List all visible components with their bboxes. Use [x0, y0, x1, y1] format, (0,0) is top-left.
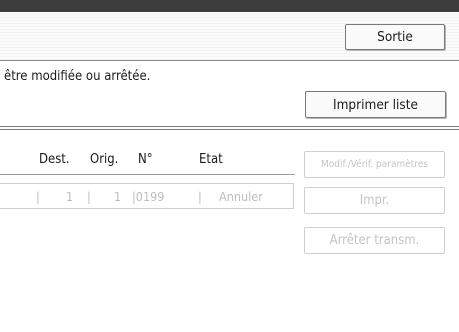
cell-dest: 1	[66, 189, 74, 204]
table-row[interactable]: | 1 | 1 |0199 | Annuler	[0, 183, 294, 209]
print-button[interactable]: Impr.	[304, 187, 445, 214]
print-list-button[interactable]: Imprimer liste	[305, 91, 446, 118]
column-header-orig: Orig.	[90, 152, 119, 167]
cell-separator: |	[87, 189, 91, 204]
stop-transmission-button[interactable]: Arrêter transm.	[304, 227, 445, 254]
column-header-underline	[0, 174, 295, 175]
column-header-number: N°	[138, 152, 153, 167]
modify-check-settings-button[interactable]: Modif./Vérif. paramètres	[304, 151, 445, 178]
section-divider	[0, 126, 459, 130]
cell-separator: |	[198, 189, 202, 204]
exit-button[interactable]: Sortie	[345, 24, 445, 50]
cell-orig: 1	[114, 189, 122, 204]
status-message: être modifiée ou arrêtée.	[4, 69, 151, 84]
cell-separator: |	[36, 189, 40, 204]
cell-state: Annuler	[219, 189, 263, 204]
column-header-dest: Dest.	[39, 152, 70, 167]
column-header-state: Etat	[199, 152, 223, 167]
top-status-bar	[0, 0, 459, 12]
cell-number: |0199	[132, 189, 165, 204]
